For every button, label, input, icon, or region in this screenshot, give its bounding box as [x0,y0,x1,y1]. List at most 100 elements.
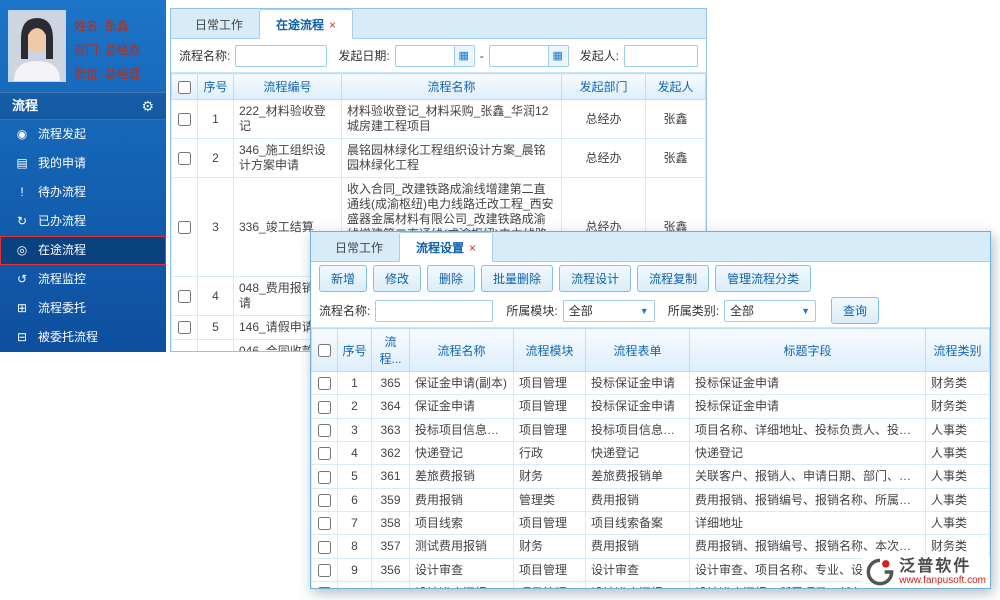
sidebar-item-process-initiate[interactable]: ◉ 流程发起 [0,120,166,149]
module-select[interactable]: 全部 ▼ [562,299,655,322]
sidebar-item-process-delegation[interactable]: ⊞ 流程委托 [0,294,166,323]
table-row[interactable]: 1 222_材料验收登记 材料验收登记_材料采购_张鑫_华润12城房建工程项目 … [171,99,706,139]
cell-code: 222_材料验收登记 [233,99,342,139]
cell-code: 358 [371,510,410,536]
cell-category: 人事类 [925,510,990,536]
manage-category-button[interactable]: 管理流程分类 [715,264,812,292]
edit-button[interactable]: 修改 [373,264,422,292]
cell-name: 设计审查 [409,557,514,582]
chevron-down-icon: ▼ [801,305,811,316]
monitor-refresh-icon: ↺ [16,272,28,286]
tab-label: 在途流程 [276,18,325,32]
sidebar-item-label: 在途流程 [38,243,87,257]
process-name-input[interactable] [235,44,328,67]
row-checkbox[interactable] [318,470,331,484]
add-button[interactable]: 新增 [319,264,368,292]
category-select[interactable]: 全部 ▼ [724,299,817,322]
cell-no: 9 [337,557,372,582]
delete-button[interactable]: 删除 [427,264,476,292]
history-icon: ↻ [16,214,28,228]
close-tab-icon[interactable]: × [469,241,476,255]
row-checkbox[interactable] [318,400,331,414]
date-to-input[interactable] [489,46,548,65]
sidebar-item-process-monitor[interactable]: ↺ 流程监控 [0,265,166,294]
initiator-input[interactable] [624,44,698,67]
row-checkbox[interactable] [178,112,191,126]
close-tab-icon[interactable]: × [329,18,336,32]
row-checkbox[interactable] [318,517,331,531]
table-row[interactable]: 6 359 费用报销 管理类 费用报销 费用报销、报销编号、报销名称、所属项目 … [311,487,990,512]
table-row[interactable]: 7 358 项目线索 项目管理 项目线索备案 详细地址 人事类 [311,510,990,536]
table-row[interactable]: 2 346_施工组织设计方案申请 晨铭园林绿化工程组织设计方案_晨铭园林绿化工程… [171,138,706,178]
row-checkbox[interactable] [318,447,331,461]
table-row[interactable]: 1 365 保证金申请(副本) 项目管理 投标保证金申请 投标保证金申请 财务类 [311,370,990,396]
cell-title-field: 关联客户、报销人、申请日期、部门、报销合计 [689,464,926,489]
sidebar-item-my-applications[interactable]: ▤ 我的申请 [0,149,166,178]
calendar-icon[interactable]: ▦ [547,45,567,66]
cell-category: 人事类 [925,440,990,466]
row-checkbox[interactable] [178,220,191,234]
col-initiator: 发起人 [645,73,706,100]
cell-name: 快递登记 [409,440,514,466]
select-all-checkbox[interactable] [178,80,191,94]
tab-label: 日常工作 [195,18,244,32]
row-checkbox[interactable] [318,377,331,391]
cell-name: 差旅费报销 [409,464,514,489]
initiator-label: 发起人: [579,49,620,63]
cell-code: 357 [371,534,410,559]
row-checkbox[interactable] [318,423,331,437]
sidebar-item-pending-processes[interactable]: ! 待办流程 [0,178,166,207]
table-row[interactable]: 4 362 快递登记 行政 快递登记 快递登记 人事类 [311,440,990,466]
search-button[interactable]: 查询 [831,297,880,324]
process-design-button[interactable]: 流程设计 [559,264,632,292]
overlay-tabbar: 日常工作 流程设置 × [311,232,990,262]
tab-daily-work[interactable]: 日常工作 [319,233,399,261]
cell-category: 财务类 [925,370,990,396]
cell-module: 财务 [513,464,586,489]
col-no: 序号 [197,73,234,100]
col-name: 流程名称 [341,73,562,100]
table-row[interactable]: 2 364 保证金申请 项目管理 投标保证金申请 投标保证金申请 财务类 [311,394,990,419]
cell-name: 晨铭园林绿化工程组织设计方案_晨铭园林绿化工程 [341,138,562,178]
date-from-field: ▦ [394,44,475,67]
table-header-row: 序号 流程... 流程名称 流程模块 流程表单 标题字段 流程类别 [311,328,990,372]
process-name-input[interactable] [375,299,494,322]
process-copy-button[interactable]: 流程复制 [637,264,710,292]
tab-in-transit[interactable]: 在途流程 × [259,9,354,39]
delegated-icon: ⊟ [16,330,28,344]
row-checkbox[interactable] [178,321,191,335]
calendar-icon[interactable]: ▦ [453,45,473,66]
cell-title-field: 投标保证金申请 [689,394,926,419]
cell-dept: 总经办 [561,99,646,139]
table-row[interactable]: 8 357 测试费用报销 财务 费用报销 费用报销、报销编号、报销名称、本次报销… [311,534,990,559]
row-checkbox[interactable] [318,563,331,577]
cell-no: 1 [197,99,234,139]
row-checkbox[interactable] [318,493,331,507]
cell-form: 费用报销 [585,487,690,512]
screen: 姓名: 张鑫 部门: 总经办 职位: 总经理 流程 ⚙ ◉ 流程发起 ▤ 我的申… [0,0,1000,600]
tab-daily-work[interactable]: 日常工作 [179,10,259,38]
tab-process-settings[interactable]: 流程设置 × [399,232,494,262]
cell-form: 设计进度汇报 [585,580,690,588]
col-title-field: 标题字段 [689,328,926,372]
date-from-input[interactable] [395,46,454,65]
batch-delete-button[interactable]: 批量删除 [481,264,554,292]
cell-no: 10 [337,580,372,588]
sidebar-item-completed-processes[interactable]: ↻ 已办流程 [0,207,166,236]
row-checkbox[interactable] [318,540,331,554]
row-checkbox[interactable] [178,289,191,303]
select-all-checkbox[interactable] [318,344,331,358]
cell-title-field: 项目名称、详细地址、投标负责人、投标日期 [689,417,926,442]
row-checkbox[interactable] [178,151,191,165]
cell-form: 投标项目信息登记 [585,417,690,442]
sidebar-item-label: 被委托流程 [38,330,99,344]
sidebar-item-delegated-processes[interactable]: ⊟ 被委托流程 [0,323,166,352]
sidebar-item-in-transit-processes[interactable]: ◎ 在途流程 [0,236,166,265]
row-checkbox[interactable] [318,587,331,588]
gear-icon[interactable]: ⚙ [141,92,154,120]
module-select-value: 全部 [568,304,593,318]
table-row[interactable]: 3 363 投标项目信息登记 项目管理 投标项目信息登记 项目名称、详细地址、投… [311,417,990,442]
cell-no: 8 [337,534,372,559]
avatar-image [9,11,65,81]
table-row[interactable]: 5 361 差旅费报销 财务 差旅费报销单 关联客户、报销人、申请日期、部门、报… [311,464,990,489]
